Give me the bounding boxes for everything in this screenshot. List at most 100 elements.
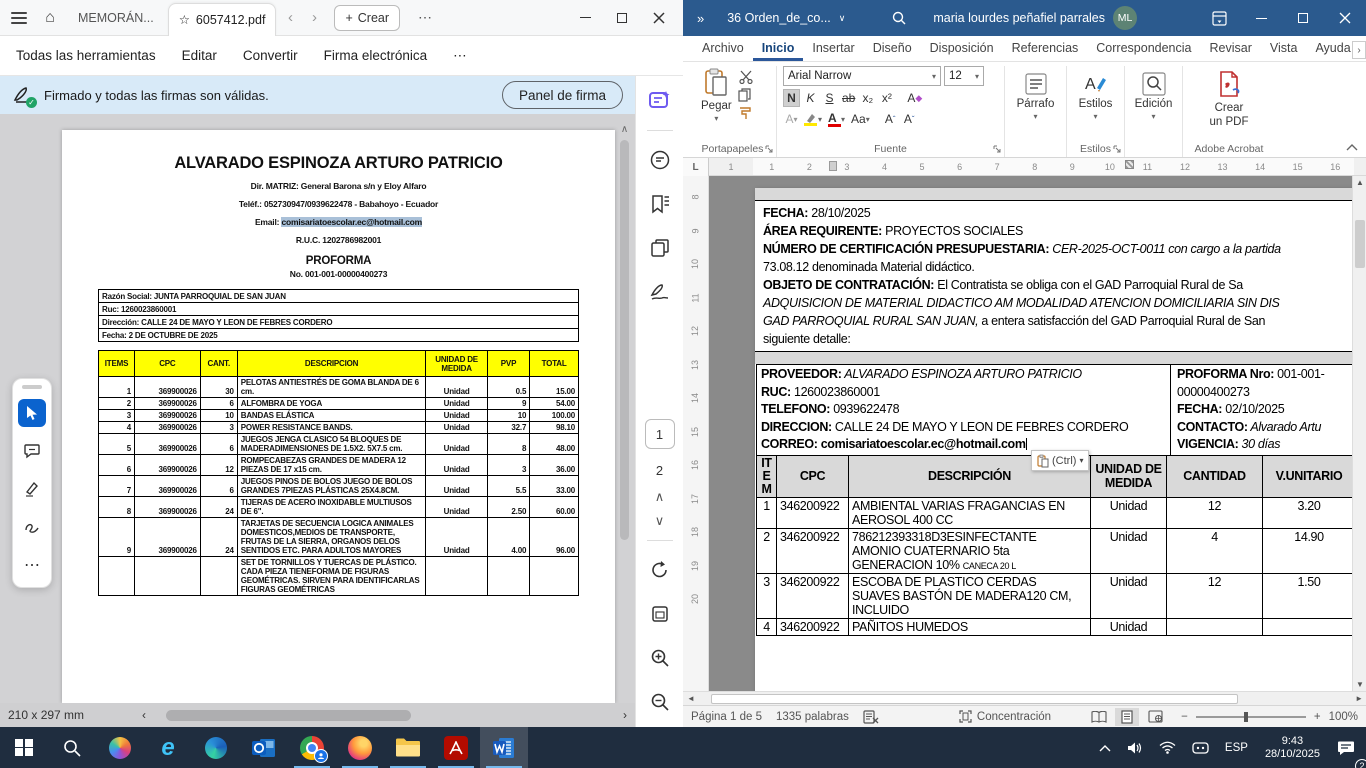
styles-dialog-launcher-icon[interactable] <box>1113 145 1122 154</box>
proofing-errors-icon[interactable] <box>863 710 879 724</box>
shrink-font-button[interactable]: Aˇ <box>901 110 918 128</box>
copy-icon[interactable] <box>738 88 752 102</box>
zoom-level[interactable]: 100% <box>1329 711 1358 723</box>
previous-page-icon[interactable]: ∧ <box>655 492 665 502</box>
notifications-icon[interactable]: 2 <box>1330 727 1362 768</box>
zoom-out-icon[interactable]: − <box>1181 711 1188 723</box>
create-button[interactable]: + Crear <box>334 5 400 31</box>
horizontal-ruler[interactable]: L 1 12345678910111213141516 <box>683 158 1366 176</box>
word-horizontal-scrollbar[interactable]: ◄ ► <box>683 691 1366 705</box>
maximize-button[interactable] <box>617 13 627 23</box>
chrome-icon[interactable] <box>288 727 336 768</box>
collapse-ribbon-icon[interactable] <box>1346 143 1358 151</box>
scroll-right-icon[interactable]: › <box>623 708 627 722</box>
menu-esign[interactable]: Firma electrónica <box>324 48 428 63</box>
focus-mode-button[interactable]: Concentración <box>959 710 1051 723</box>
indent-marker[interactable] <box>829 161 837 171</box>
print-layout-icon[interactable] <box>1115 708 1139 726</box>
word-vertical-scrollbar[interactable]: ▲ ▼ <box>1352 176 1366 691</box>
tab-correspondencia[interactable]: Correspondencia <box>1087 37 1200 61</box>
more-tools-icon[interactable]: ⋯ <box>18 551 46 579</box>
tab-inicio[interactable]: Inicio <box>753 37 804 61</box>
internet-explorer-icon[interactable]: e <box>144 727 192 768</box>
acrobat-taskbar-icon[interactable] <box>432 727 480 768</box>
font-color-button[interactable]: A ▾ <box>826 110 847 128</box>
firefox-icon[interactable] <box>336 727 384 768</box>
page-two-label[interactable]: 2 <box>656 463 663 478</box>
create-pdf-button[interactable]: Crear un PDF <box>1189 68 1269 130</box>
page-display-icon[interactable] <box>645 599 675 629</box>
italic-button[interactable]: K <box>802 89 819 107</box>
menu-more-icon[interactable]: ⋯ <box>453 48 467 64</box>
vertical-ruler[interactable]: 891011121314151617181920 <box>683 176 709 691</box>
minimize-button[interactable] <box>580 17 591 18</box>
word-count[interactable]: 1335 palabras <box>776 711 849 723</box>
paste-button[interactable]: Pegar ▾ <box>695 66 738 125</box>
grow-font-button[interactable]: Aˆ <box>882 110 899 128</box>
clear-formatting-button[interactable]: A◆ <box>905 89 924 107</box>
language-indicator[interactable]: ESP <box>1218 727 1255 768</box>
font-name-select[interactable]: Arial Narrow ▾ <box>783 66 941 86</box>
maximize-button[interactable] <box>1282 0 1324 36</box>
tab-active-pdf[interactable]: ☆ 6057412.pdf <box>168 3 277 36</box>
strikethrough-button[interactable]: ab <box>840 89 857 107</box>
ribbon-display-options-icon[interactable] <box>1198 0 1240 36</box>
pdf-vertical-scrollbar[interactable]: ∧ <box>618 124 631 693</box>
zoom-in-icon[interactable] <box>645 643 675 673</box>
page-number-box[interactable]: 1 <box>645 419 675 449</box>
close-button[interactable] <box>1324 0 1366 36</box>
user-name[interactable]: maria lourdes peñafiel parrales <box>933 11 1105 25</box>
scroll-thumb[interactable] <box>166 710 411 721</box>
scroll-thumb[interactable] <box>711 694 1238 704</box>
meet-now-icon[interactable] <box>1185 727 1216 768</box>
scroll-down-icon[interactable]: ▼ <box>1353 680 1366 689</box>
font-size-select[interactable]: 12 ▾ <box>944 66 984 86</box>
clock[interactable]: 9:43 28/10/2025 <box>1257 735 1328 761</box>
superscript-button[interactable]: x² <box>878 89 895 107</box>
menu-hamburger-icon[interactable] <box>6 5 32 31</box>
tab-selector[interactable]: L <box>683 158 709 176</box>
paste-options-button[interactable]: (Ctrl) ▾ <box>1031 450 1089 471</box>
rotate-page-icon[interactable] <box>645 555 675 585</box>
start-button[interactable] <box>0 727 48 768</box>
styles-button[interactable]: A Estilos ▾ <box>1073 70 1118 123</box>
more-options-icon[interactable]: ⋯ <box>418 9 433 26</box>
paragraph-button[interactable]: Párrafo ▾ <box>1011 70 1060 123</box>
scroll-left-icon[interactable]: ◄ <box>683 694 695 703</box>
editing-button[interactable]: Edición ▾ <box>1131 70 1176 123</box>
volume-icon[interactable] <box>1120 727 1150 768</box>
zoom-out-icon[interactable] <box>645 687 675 717</box>
underline-button[interactable]: S <box>821 89 838 107</box>
scroll-right-icon[interactable]: ► <box>1355 694 1366 703</box>
tray-chevron-icon[interactable] <box>1092 727 1118 768</box>
subscript-button[interactable]: x₂ <box>859 89 876 107</box>
table-column-marker[interactable] <box>1125 160 1134 169</box>
read-mode-icon[interactable] <box>1087 708 1111 726</box>
select-tool[interactable] <box>18 399 46 427</box>
scroll-thumb[interactable] <box>620 140 629 540</box>
bold-button[interactable]: N <box>783 89 800 107</box>
tab-vista[interactable]: Vista <box>1261 37 1307 61</box>
clipboard-dialog-launcher-icon[interactable] <box>765 145 774 154</box>
minimize-button[interactable] <box>1240 0 1282 36</box>
cut-icon[interactable] <box>738 70 754 84</box>
tabs-overflow-icon[interactable]: › <box>1352 41 1366 59</box>
bookmarks-icon[interactable] <box>645 189 675 219</box>
tab-diseno[interactable]: Diseño <box>864 37 921 61</box>
outlook-icon[interactable] <box>240 727 288 768</box>
signature-panel-button[interactable]: Panel de firma <box>502 81 623 109</box>
file-explorer-icon[interactable] <box>384 727 432 768</box>
tab-memorandum[interactable]: MEMORÁN... <box>68 0 164 36</box>
home-icon[interactable]: ⌂ <box>36 4 64 32</box>
draw-tool[interactable] <box>18 513 46 541</box>
forward-icon[interactable]: › <box>304 9 324 26</box>
drag-handle[interactable] <box>22 385 42 389</box>
menu-convert[interactable]: Convertir <box>243 48 298 63</box>
scroll-up-icon[interactable]: ▲ <box>1353 178 1366 187</box>
pdf-horizontal-scrollbar[interactable]: ‹ › <box>142 709 627 722</box>
close-button[interactable] <box>653 12 665 24</box>
document-title[interactable]: 36 Orden_de_co... ∨ <box>719 11 853 25</box>
change-case-button[interactable]: Aa▾ <box>849 110 872 128</box>
text-effects-button[interactable]: A▾ <box>783 110 800 128</box>
edge-icon[interactable] <box>192 727 240 768</box>
